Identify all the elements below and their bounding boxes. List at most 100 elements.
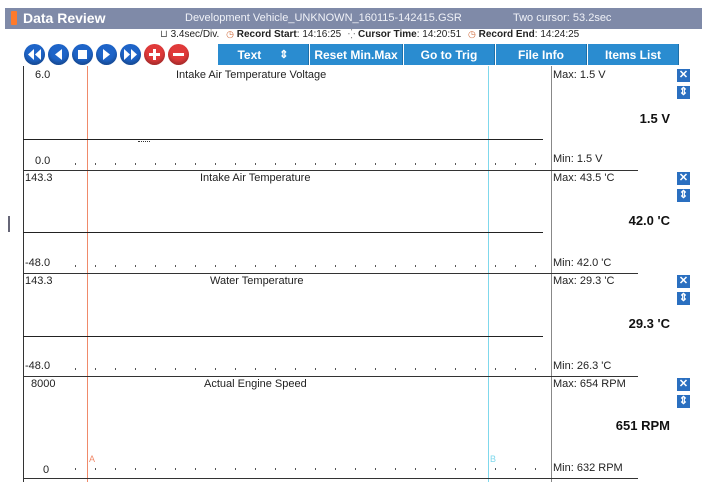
channel-3-scroll-button[interactable]: ⇕	[677, 292, 690, 305]
tick-mark	[495, 163, 496, 165]
channel-4-close-button[interactable]: ✕	[677, 378, 690, 391]
tick-mark	[435, 368, 436, 370]
graph-bottom-border	[23, 478, 638, 479]
channel-3-trace	[23, 336, 543, 337]
channel-2-trace	[23, 232, 543, 233]
tick-mark	[415, 163, 416, 165]
tick-mark	[115, 468, 116, 470]
tick-mark	[135, 368, 136, 370]
tick-mark	[155, 265, 156, 267]
text-select-button[interactable]: Text ⇕	[218, 44, 309, 65]
add-button[interactable]	[144, 44, 165, 65]
prev-button[interactable]	[48, 44, 69, 65]
tick-mark	[455, 265, 456, 267]
channel-4-min: Min: 632 RPM	[553, 462, 623, 474]
tick-mark	[275, 265, 276, 267]
tick-mark	[255, 265, 256, 267]
tick-mark	[395, 368, 396, 370]
tick-mark	[475, 368, 476, 370]
cursor-readout: Two cursor: 53.2sec	[513, 12, 612, 24]
tick-mark	[495, 368, 496, 370]
reset-min-max-button[interactable]: Reset Min.Max	[310, 44, 403, 65]
channel-2-scroll-button[interactable]: ⇕	[677, 189, 690, 202]
tick-mark	[135, 468, 136, 470]
channel-1-trace	[23, 139, 543, 140]
next-button[interactable]	[120, 44, 141, 65]
tick-mark	[235, 163, 236, 165]
tick-mark	[335, 368, 336, 370]
tick-mark	[355, 368, 356, 370]
play-button[interactable]	[96, 44, 117, 65]
tick-mark	[115, 368, 116, 370]
division-text: 3.4sec/Div.	[170, 29, 220, 40]
tick-mark	[115, 163, 116, 165]
tick-mark	[535, 265, 536, 267]
tick-mark	[355, 468, 356, 470]
tick-mark	[495, 468, 496, 470]
channel-2-max: Max: 43.5 'C	[553, 172, 615, 184]
cursor-a-label: A	[89, 454, 96, 464]
tick-mark	[395, 265, 396, 267]
items-list-button[interactable]: Items List	[588, 44, 679, 65]
tick-mark	[235, 368, 236, 370]
tick-mark	[255, 468, 256, 470]
channel-1-ticks	[23, 163, 543, 167]
tick-mark	[315, 163, 316, 165]
tick-mark	[275, 468, 276, 470]
tick-mark	[375, 163, 376, 165]
division-icon: ⊔	[160, 29, 168, 40]
first-button[interactable]	[24, 44, 45, 65]
cursor-a-line[interactable]	[87, 66, 88, 482]
record-info-bar: ⊔ 3.4sec/Div. ◷ Record Start : 14:16:25 …	[160, 29, 705, 42]
remove-button[interactable]	[168, 44, 189, 65]
tick-mark	[475, 265, 476, 267]
tick-mark	[95, 265, 96, 267]
channel-3-close-button[interactable]: ✕	[677, 275, 690, 288]
record-end-value: : 14:24:25	[534, 29, 580, 40]
tick-mark	[275, 368, 276, 370]
channel-2-top-value: 143.3	[25, 172, 53, 184]
tick-mark	[455, 468, 456, 470]
prev-icon	[55, 49, 62, 60]
graph-area: A B 6.0 Intake Air Temperature Voltage M…	[23, 66, 698, 482]
channel-3-top-value: 143.3	[25, 275, 53, 287]
tick-mark	[535, 468, 536, 470]
tick-mark	[75, 468, 76, 470]
tick-mark	[295, 163, 296, 165]
tick-mark	[435, 468, 436, 470]
channel-3-current: 29.3 'C	[628, 316, 670, 331]
channel-3-max: Max: 29.3 'C	[553, 275, 615, 287]
cursor-time-label: Cursor Time	[358, 29, 417, 40]
left-edge-marker	[8, 216, 10, 232]
toolbar: Text ⇕ Reset Min.Max Go to Trig File Inf…	[0, 43, 712, 65]
tick-mark	[215, 368, 216, 370]
channel-1-trace-glitch	[138, 138, 150, 142]
tick-mark	[175, 163, 176, 165]
tick-mark	[75, 163, 76, 165]
channel-4-scroll-button[interactable]: ⇕	[677, 395, 690, 408]
stop-button[interactable]	[72, 44, 93, 65]
clock-icon: ◷	[226, 29, 234, 39]
channel-1-close-button[interactable]: ✕	[677, 69, 690, 82]
tick-mark	[395, 163, 396, 165]
tick-mark	[375, 468, 376, 470]
go-to-trig-button[interactable]: Go to Trig	[404, 44, 495, 65]
tick-mark	[175, 368, 176, 370]
tick-mark	[515, 163, 516, 165]
channel-2-close-button[interactable]: ✕	[677, 172, 690, 185]
channel-1-max: Max: 1.5 V	[553, 69, 606, 81]
title-bar: Data Review Development Vehicle_UNKNOWN_…	[5, 8, 702, 29]
end-clock-icon: ◷	[468, 29, 476, 39]
channel-1-min: Min: 1.5 V	[553, 153, 603, 165]
tick-mark	[515, 368, 516, 370]
tick-mark	[435, 265, 436, 267]
tick-mark	[195, 468, 196, 470]
file-info-button[interactable]: File Info	[496, 44, 587, 65]
tick-mark	[155, 468, 156, 470]
channel-1-current: 1.5 V	[639, 111, 670, 126]
channel-1-scroll-button[interactable]: ⇕	[677, 86, 690, 99]
channel-2-title: Intake Air Temperature	[200, 172, 311, 184]
channel-1-top-value: 6.0	[35, 69, 51, 81]
tick-mark	[475, 468, 476, 470]
cursor-b-line[interactable]	[488, 66, 489, 482]
